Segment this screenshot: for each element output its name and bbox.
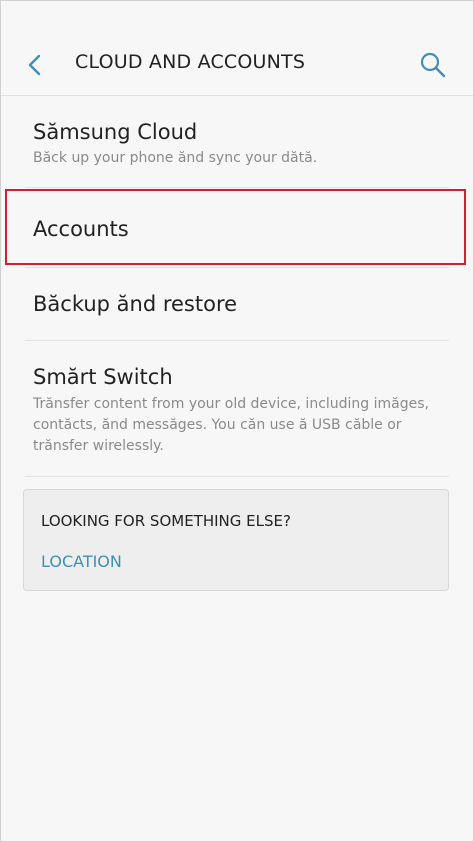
app-bar: CLOUD AND ACCOUNTS bbox=[1, 1, 473, 96]
back-arrow-icon bbox=[28, 54, 41, 76]
screen: CLOUD AND ACCOUNTS Sămsung Cloud Băck up… bbox=[0, 0, 474, 842]
samsung-cloud-title: Sămsung Cloud bbox=[33, 120, 198, 144]
suggestion-title: LOOKING FOR SOMETHING ELSE? bbox=[41, 512, 291, 530]
smart-switch-item[interactable]: Smărt Switch Trănsfer content from your … bbox=[1, 341, 473, 475]
search-button[interactable] bbox=[415, 47, 451, 83]
samsung-cloud-item[interactable]: Sămsung Cloud Băck up your phone ănd syn… bbox=[1, 96, 473, 186]
divider bbox=[25, 476, 449, 477]
backup-restore-title: Băckup ănd restore bbox=[33, 292, 238, 316]
suggestion-card: LOOKING FOR SOMETHING ELSE? LOCATION bbox=[23, 489, 449, 591]
back-button[interactable] bbox=[19, 45, 53, 85]
smart-switch-description: Trănsfer content from your old device, i… bbox=[33, 396, 429, 454]
samsung-cloud-description: Băck up your phone ănd sync your dătă. bbox=[33, 150, 318, 166]
search-icon bbox=[420, 52, 446, 78]
smart-switch-title: Smărt Switch bbox=[33, 365, 173, 389]
accounts-highlight bbox=[5, 189, 466, 265]
divider bbox=[25, 187, 449, 188]
backup-restore-item[interactable]: Băckup ănd restore bbox=[1, 268, 473, 340]
page-title: CLOUD AND ACCOUNTS bbox=[75, 51, 306, 73]
location-link[interactable]: LOCATION bbox=[41, 552, 122, 571]
